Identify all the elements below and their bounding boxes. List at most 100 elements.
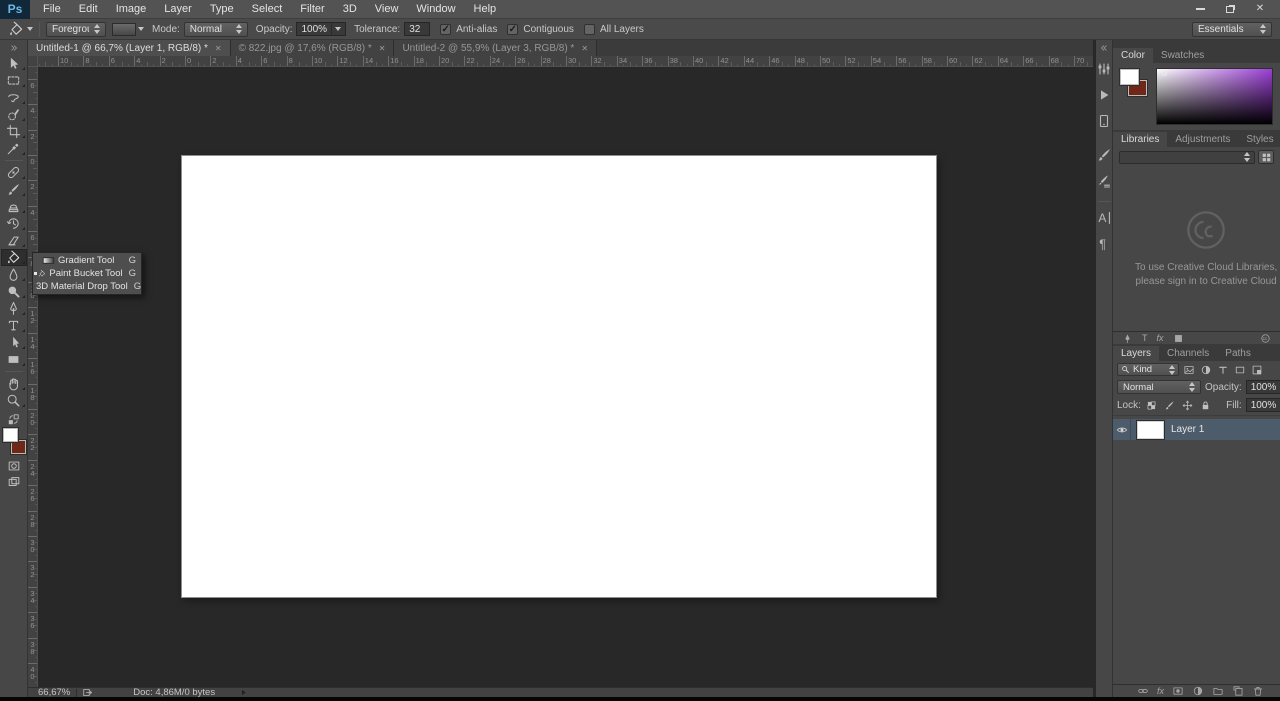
tab-close-icon[interactable]: ✕: [215, 44, 222, 53]
layer-row[interactable]: Layer 1: [1113, 419, 1280, 440]
workspace-select[interactable]: Essentials: [1192, 22, 1272, 37]
mode-select[interactable]: Normal: [184, 22, 248, 37]
menu-image[interactable]: Image: [107, 0, 156, 18]
menu-edit[interactable]: Edit: [70, 0, 107, 18]
menu-layer[interactable]: Layer: [155, 0, 201, 18]
background-color-swatch[interactable]: [11, 440, 26, 454]
pen-tool[interactable]: [1, 300, 27, 317]
tab-close-icon[interactable]: ✕: [581, 44, 588, 53]
filter-adjustment-layers-button[interactable]: [1198, 363, 1213, 376]
dodge-tool[interactable]: [1, 283, 27, 300]
color-tab-swatches[interactable]: Swatches: [1153, 48, 1212, 63]
flyout-item-gradient-tool[interactable]: Gradient ToolG: [33, 254, 141, 267]
libraries-tab-libraries[interactable]: Libraries: [1113, 132, 1167, 147]
document-tab-1[interactable]: Untitled-1 @ 66,7% (Layer 1, RGB/8) *✕: [28, 40, 231, 56]
layers-opacity-field[interactable]: 100%: [1246, 380, 1280, 394]
menu-3d[interactable]: 3D: [334, 0, 366, 18]
eyedropper-tool[interactable]: [1, 140, 27, 157]
lock-pixels-button[interactable]: [1163, 399, 1177, 411]
rectangular-marquee-tool[interactable]: [1, 72, 27, 89]
menu-type[interactable]: Type: [201, 0, 243, 18]
document-canvas[interactable]: [181, 155, 937, 598]
path-selection-tool[interactable]: [1, 334, 27, 351]
hand-tool[interactable]: [1, 375, 27, 392]
filter-type-layers-button[interactable]: [1215, 363, 1230, 376]
menu-view[interactable]: View: [366, 0, 408, 18]
quick-mask-mode-button[interactable]: [1, 458, 27, 474]
tool-preset-picker[interactable]: [8, 21, 33, 37]
menu-help[interactable]: Help: [465, 0, 506, 18]
minimize-button[interactable]: [1186, 2, 1214, 17]
brush-presets-panel-icon[interactable]: [1096, 173, 1112, 189]
add-graphic-icon[interactable]: [1122, 333, 1133, 344]
tab-close-icon[interactable]: ✕: [379, 44, 386, 53]
menu-select[interactable]: Select: [243, 0, 292, 18]
delete-layer-icon[interactable]: [1252, 685, 1264, 697]
ruler-origin-corner[interactable]: [28, 56, 38, 67]
horizontal-type-tool[interactable]: [1, 317, 27, 334]
all-layers-checkbox[interactable]: All Layers: [584, 24, 644, 35]
filter-shape-layers-button[interactable]: [1232, 363, 1247, 376]
filter-smart-objects-button[interactable]: [1249, 363, 1264, 376]
layers-tab-paths[interactable]: Paths: [1217, 346, 1259, 361]
blend-mode-select[interactable]: Normal: [1117, 380, 1201, 394]
link-layers-icon[interactable]: [1137, 685, 1149, 697]
move-tool[interactable]: [1, 55, 27, 72]
color-tab-color[interactable]: Color: [1113, 48, 1153, 63]
add-character-style-icon[interactable]: T: [1142, 333, 1148, 344]
fill-source-select[interactable]: Foreground: [46, 22, 106, 37]
anti-alias-checkbox[interactable]: ✓Anti-alias: [440, 24, 497, 35]
clone-stamp-tool[interactable]: [1, 198, 27, 215]
menu-file[interactable]: File: [34, 0, 70, 18]
rectangle-shape-tool[interactable]: [1, 351, 27, 368]
opacity-caret[interactable]: [331, 23, 341, 35]
contiguous-checkbox[interactable]: ✓Contiguous: [507, 24, 574, 35]
cc-sync-icon[interactable]: cc: [1260, 333, 1271, 344]
lock-transparency-button[interactable]: [1145, 399, 1159, 411]
document-tab-2[interactable]: © 822.jpg @ 17,6% (RGB/8) *✕: [231, 40, 395, 56]
actions-panel-icon[interactable]: [1096, 87, 1112, 103]
history-panel-icon[interactable]: [1096, 61, 1112, 77]
filter-kind-select[interactable]: Kind: [1117, 363, 1179, 376]
paint-bucket-tool[interactable]: [1, 249, 27, 266]
fill-field[interactable]: 100%: [1246, 398, 1280, 412]
device-preview-panel-icon[interactable]: [1096, 113, 1112, 129]
swap-colors-icon[interactable]: [7, 413, 20, 426]
opacity-field[interactable]: 100%: [296, 22, 346, 36]
libraries-tab-adjustments[interactable]: Adjustments: [1167, 132, 1238, 147]
tolerance-input[interactable]: 32: [404, 22, 430, 36]
foreground-color-swatch[interactable]: [1120, 69, 1139, 85]
expand-panels-icon[interactable]: [1099, 43, 1109, 53]
crop-tool[interactable]: [1, 123, 27, 140]
layer-visibility-toggle[interactable]: [1113, 419, 1131, 440]
lasso-tool[interactable]: [1, 89, 27, 106]
zoom-tool[interactable]: [1, 392, 27, 409]
layers-tab-layers[interactable]: Layers: [1113, 346, 1159, 361]
brush-tool[interactable]: [1, 181, 27, 198]
layers-tab-channels[interactable]: Channels: [1159, 346, 1217, 361]
lock-all-button[interactable]: [1199, 399, 1213, 411]
add-fill-color-icon[interactable]: [1173, 333, 1184, 344]
history-brush-tool[interactable]: [1, 215, 27, 232]
foreground-color-swatch[interactable]: [3, 428, 18, 442]
smudge-tool[interactable]: [1, 266, 27, 283]
paragraph-panel-icon[interactable]: ¶: [1096, 236, 1112, 252]
layer-thumbnail[interactable]: [1137, 421, 1164, 439]
flyout-item-3d-material-drop-tool[interactable]: 3D Material Drop ToolG: [33, 280, 141, 293]
grid-view-button[interactable]: [1258, 150, 1274, 164]
pattern-swatch[interactable]: [112, 23, 136, 36]
add-layer-mask-icon[interactable]: [1172, 685, 1184, 697]
lock-position-button[interactable]: [1181, 399, 1195, 411]
new-layer-icon[interactable]: [1232, 685, 1244, 697]
add-layer-style-icon[interactable]: fx: [1157, 333, 1164, 343]
menu-window[interactable]: Window: [407, 0, 464, 18]
flyout-item-paint-bucket-tool[interactable]: Paint Bucket ToolG: [33, 267, 141, 280]
quick-selection-tool[interactable]: [1, 106, 27, 123]
library-select[interactable]: [1119, 151, 1255, 164]
color-field-marker[interactable]: [1162, 71, 1167, 76]
new-group-icon[interactable]: [1212, 685, 1224, 697]
layer-name[interactable]: Layer 1: [1171, 424, 1204, 435]
filter-pixel-layers-button[interactable]: [1181, 363, 1196, 376]
vertical-ruler[interactable]: 6420246810121416182022242628303234363840: [28, 67, 38, 687]
spot-healing-brush-tool[interactable]: [1, 164, 27, 181]
